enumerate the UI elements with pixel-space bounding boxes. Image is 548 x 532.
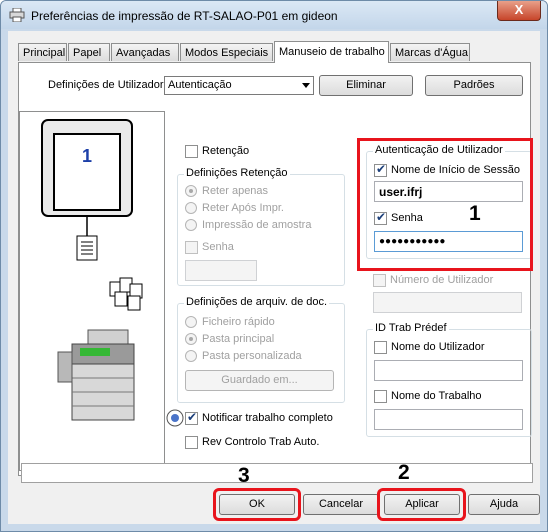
main-folder-radio[interactable] [185, 333, 197, 345]
retain-only-radio[interactable] [185, 185, 197, 197]
annotation-step-3: 3 [238, 464, 250, 487]
user-settings-label: Definições de Utilizador: [48, 79, 167, 91]
sample-print-label: Impressão de amostra [202, 219, 312, 231]
doc-filing-title: Definições de arquiv. de doc. [184, 296, 330, 308]
defaults-button[interactable]: Padrões [425, 75, 523, 96]
delete-button[interactable]: Eliminar [319, 75, 413, 96]
user-number-label: Número de Utilizador [390, 274, 494, 286]
preview-page-number: 1 [82, 146, 93, 166]
chevron-down-icon [302, 83, 310, 88]
retention-settings-title: Definições Retenção [184, 167, 290, 179]
retention-password-checkbox[interactable] [185, 241, 198, 254]
tab-manuseio-de-trabalho[interactable]: Manuseio de trabalho [274, 41, 389, 63]
tab-papel[interactable]: Papel [68, 43, 110, 61]
printer-preview-illustration [41, 119, 143, 421]
job-id-title: ID Trab Prédef [373, 322, 449, 334]
retention-password-label: Senha [202, 241, 234, 253]
title-bar[interactable]: Preferências de impressão de RT-SALAO-P0… [1, 1, 547, 29]
window-title: Preferências de impressão de RT-SALAO-P0… [31, 9, 338, 23]
info-icon [166, 409, 184, 427]
user-number-input[interactable] [373, 292, 522, 313]
annotation-step-1: 1 [469, 202, 481, 225]
status-strip [21, 463, 533, 483]
retain-after-print-label: Reter Após Impr. [202, 202, 284, 214]
annotation-box-auth [357, 138, 533, 271]
user-settings-value: Autenticação [168, 79, 232, 91]
print-preferences-window: Preferências de impressão de RT-SALAO-P0… [0, 0, 548, 532]
custom-folder-label: Pasta personalizada [202, 350, 302, 362]
retention-label: Retenção [202, 145, 250, 157]
username-label: Nome do Utilizador [391, 341, 485, 353]
dialog-body: Principal Papel Avançadas Modos Especiai… [8, 31, 540, 524]
annotation-box-ok [213, 488, 301, 521]
user-number-checkbox[interactable] [373, 274, 386, 287]
retention-checkbox[interactable] [185, 145, 198, 158]
saved-in-button[interactable]: Guardado em... [185, 370, 334, 391]
quick-file-label: Ficheiro rápido [202, 316, 275, 328]
cancel-button[interactable]: Cancelar [303, 494, 379, 515]
preview-pane: 1 [19, 111, 165, 471]
tab-principal[interactable]: Principal [18, 43, 67, 61]
retain-only-label: Reter apenas [202, 185, 269, 197]
main-folder-label: Pasta principal [202, 333, 275, 345]
notify-complete-label: Notificar trabalho completo [202, 412, 333, 424]
retain-after-print-radio[interactable] [185, 202, 197, 214]
job-name-label: Nome do Trabalho [391, 390, 482, 402]
custom-folder-radio[interactable] [185, 350, 197, 362]
job-handling-panel: Definições de Utilizador: Autenticação E… [18, 62, 533, 476]
username-checkbox[interactable] [374, 341, 387, 354]
tab-avancadas[interactable]: Avançadas [111, 43, 179, 61]
help-button[interactable]: Ajuda [468, 494, 540, 515]
tab-marcas-dagua[interactable]: Marcas d'Água [390, 43, 470, 61]
annotation-step-2: 2 [398, 461, 410, 484]
auto-job-check-checkbox[interactable] [185, 436, 198, 449]
username-input[interactable] [374, 360, 523, 381]
tab-modos-especiais[interactable]: Modos Especiais [180, 43, 273, 61]
job-id-group: ID Trab Prédef Nome do Utilizador Nome d… [366, 322, 532, 437]
quick-file-radio[interactable] [185, 316, 197, 328]
job-name-input[interactable] [374, 409, 523, 430]
auto-job-check-label: Rev Controlo Trab Auto. [202, 436, 320, 448]
notify-complete-checkbox[interactable] [185, 410, 198, 425]
user-settings-select[interactable]: Autenticação [164, 76, 314, 95]
sample-print-radio[interactable] [185, 219, 197, 231]
annotation-box-apply [377, 488, 466, 521]
close-button[interactable]: X [497, 1, 541, 21]
doc-filing-group: Definições de arquiv. de doc. Ficheiro r… [177, 296, 345, 403]
retention-password-input[interactable] [185, 260, 257, 281]
job-name-checkbox[interactable] [374, 390, 387, 403]
retention-settings-group: Definições Retenção Reter apenas Reter A… [177, 167, 345, 286]
printer-icon [9, 8, 25, 22]
